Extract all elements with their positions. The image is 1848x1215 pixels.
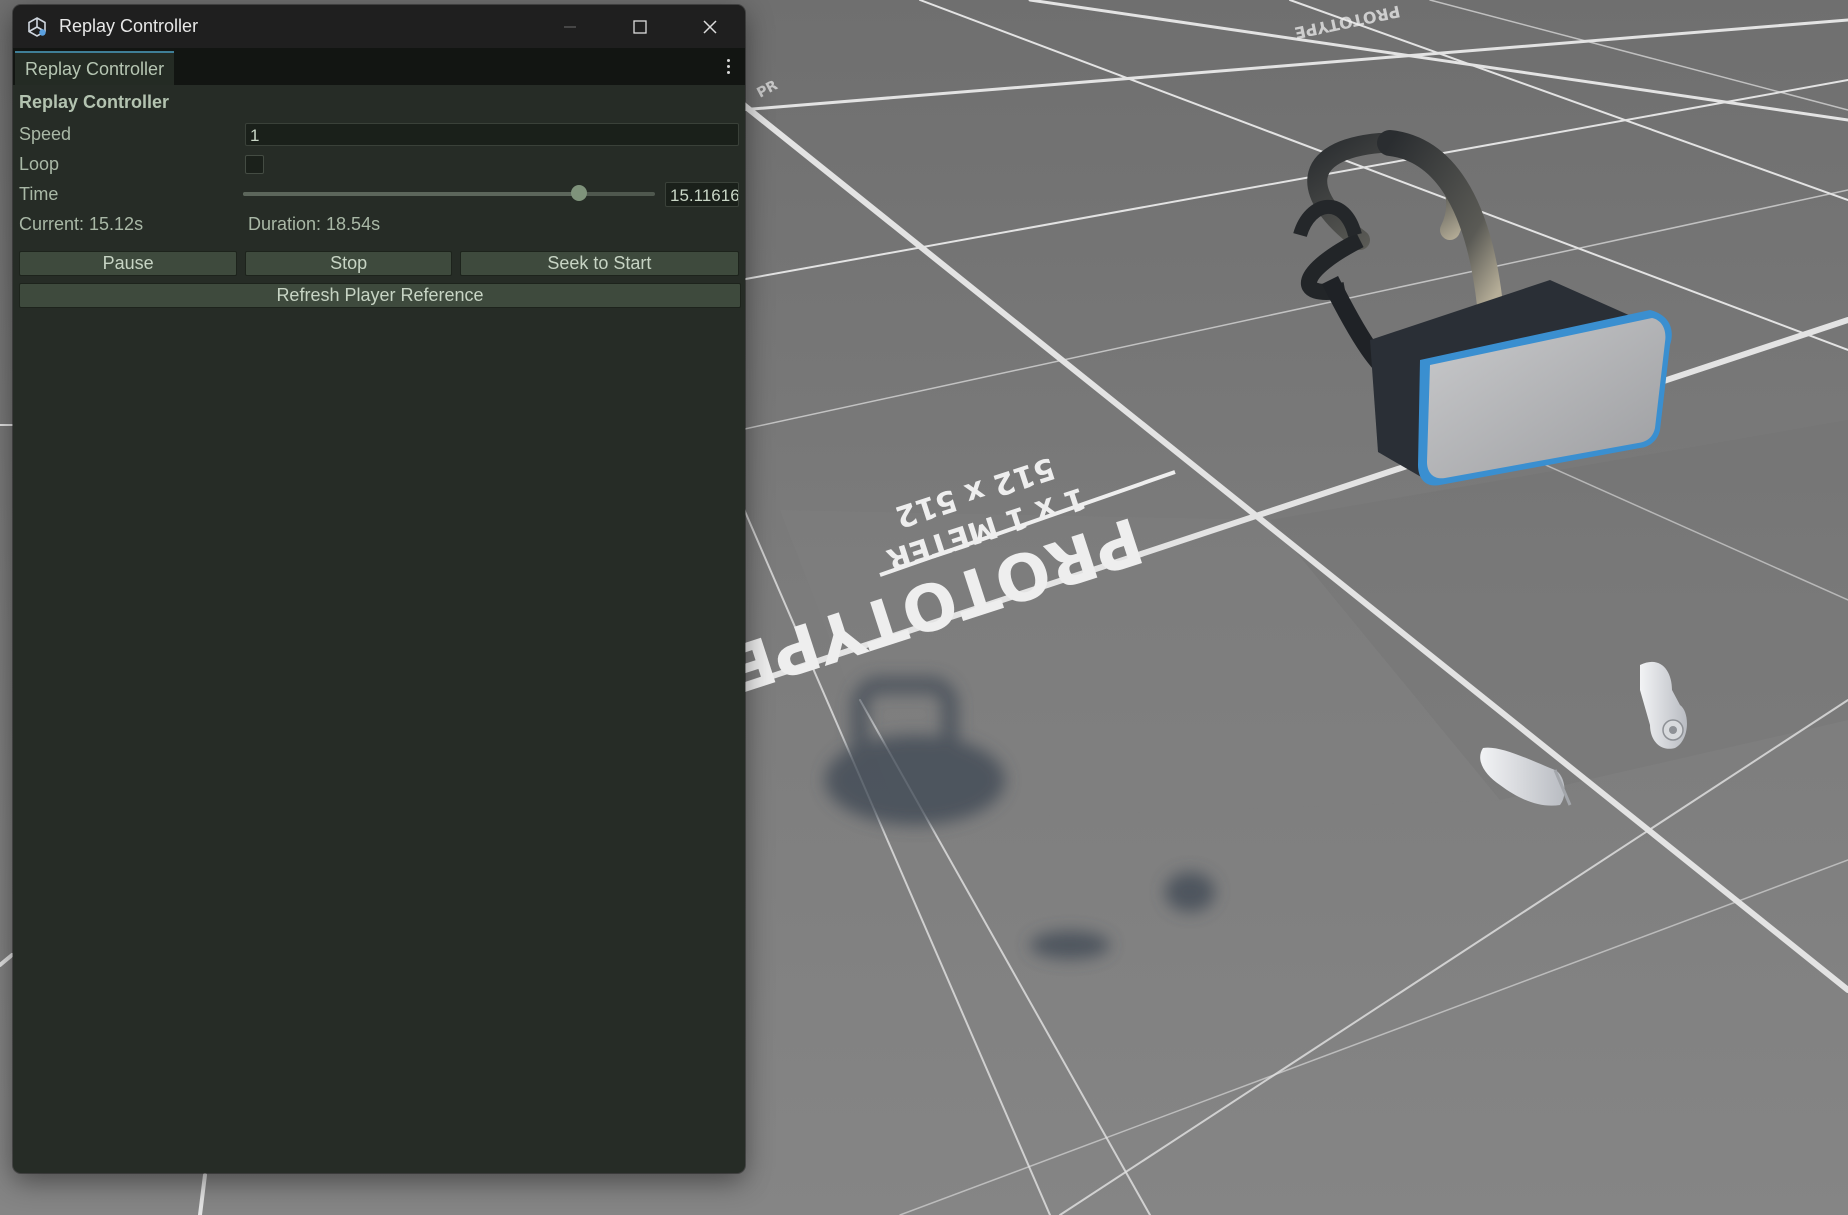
more-options-icon[interactable] — [719, 54, 737, 78]
maximize-button[interactable] — [605, 5, 675, 48]
close-icon — [703, 19, 717, 34]
replay-controller-window: Replay Controller Replay Controller Repl… — [13, 5, 745, 1173]
time-input[interactable]: 15.11616 — [665, 181, 739, 207]
time-slider-handle[interactable] — [570, 185, 587, 201]
close-button[interactable] — [675, 5, 745, 48]
panel-header: Replay Controller — [19, 92, 170, 112]
unity-logo-icon — [27, 16, 49, 38]
duration-text: Duration: 18.54s — [248, 213, 381, 234]
minimize-button[interactable] — [535, 5, 605, 48]
loop-row: Loop — [19, 149, 739, 179]
tab-replay-controller[interactable]: Replay Controller — [15, 51, 175, 85]
speed-input[interactable]: 1 — [245, 122, 739, 146]
speed-label: Speed — [19, 123, 72, 144]
time-slider-track[interactable] — [243, 185, 655, 201]
maximize-icon — [633, 19, 647, 34]
replay-panel: Replay Controller Speed 1 Loop Time 15.1… — [13, 85, 745, 308]
window-title: Replay Controller — [59, 16, 199, 36]
window-titlebar[interactable]: Replay Controller — [13, 5, 745, 48]
seek-to-start-button[interactable]: Seek to Start — [459, 251, 739, 276]
pause-button[interactable]: Pause — [19, 251, 238, 276]
time-slider-fill — [243, 192, 579, 196]
refresh-player-reference-button[interactable]: Refresh Player Reference — [19, 283, 741, 308]
loop-checkbox[interactable] — [245, 154, 264, 174]
loop-label: Loop — [19, 153, 60, 174]
playback-buttons: Pause Stop Seek to Start — [19, 251, 739, 276]
current-time-text: Current: 15.12s — [19, 213, 144, 234]
time-row: Time 15.11616 — [19, 179, 739, 209]
timing-info: Current: 15.12s Duration: 18.54s — [19, 209, 739, 239]
speed-row: Speed 1 — [19, 119, 739, 149]
tab-bar: Replay Controller — [13, 48, 745, 85]
minimize-icon — [564, 26, 576, 27]
stop-button[interactable]: Stop — [245, 251, 452, 276]
time-slider[interactable]: 15.11616 — [243, 181, 739, 207]
time-label: Time — [19, 183, 59, 204]
